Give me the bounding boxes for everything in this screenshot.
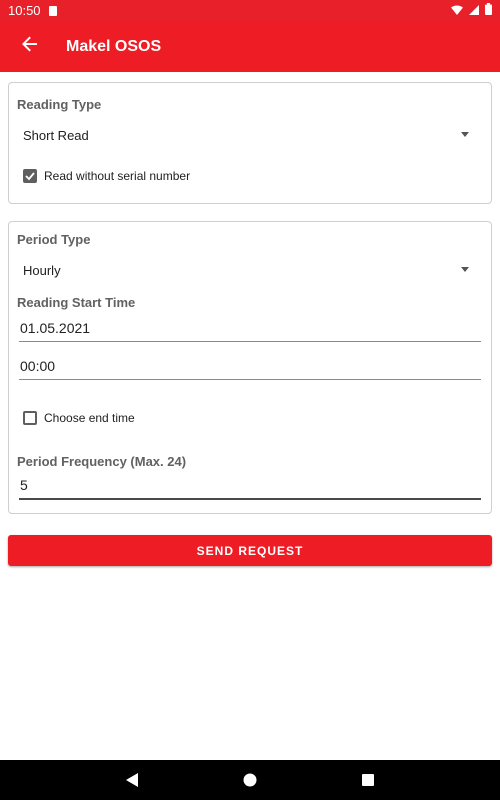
reading-type-value: Short Read (23, 127, 89, 143)
serial-number-checkbox[interactable] (23, 169, 37, 183)
nav-home-button[interactable] (235, 765, 265, 795)
battery-icon (485, 3, 492, 18)
navigation-bar (0, 760, 500, 800)
nav-recents-button[interactable] (353, 765, 383, 795)
status-time: 10:50 (8, 3, 41, 18)
app-bar: Makel OSOS (0, 21, 500, 72)
end-time-checkbox-row[interactable]: Choose end time (23, 411, 135, 425)
wifi-icon (451, 3, 463, 18)
start-time-label: Reading Start Time (17, 295, 136, 310)
start-time-field[interactable]: 00:00 (19, 352, 481, 380)
period-type-label: Period Type (17, 232, 91, 247)
serial-number-checkbox-label: Read without serial number (44, 169, 191, 183)
nav-back-icon (125, 773, 138, 787)
reading-type-card: Reading Type Short Read Read without ser… (8, 82, 492, 204)
nav-recents-icon (362, 774, 374, 786)
reading-type-label: Reading Type (17, 97, 102, 112)
signal-icon (469, 3, 479, 18)
frequency-value: 5 (20, 477, 28, 493)
sd-card-icon (48, 5, 57, 16)
end-time-checkbox-label: Choose end time (44, 411, 135, 425)
dropdown-arrow-icon (461, 132, 469, 137)
period-type-dropdown[interactable]: Hourly (17, 255, 483, 285)
period-type-value: Hourly (23, 262, 61, 278)
app-screen: 10:50 Makel OSOS Reading Type Short Read… (0, 0, 500, 800)
frequency-field[interactable]: 5 (19, 472, 481, 500)
send-request-button[interactable]: SEND REQUEST (8, 535, 492, 566)
status-bar: 10:50 (0, 0, 500, 21)
nav-home-icon (243, 773, 257, 787)
back-button[interactable] (0, 21, 60, 72)
check-icon (25, 172, 35, 181)
dropdown-arrow-icon (461, 267, 469, 272)
app-title: Makel OSOS (66, 37, 162, 55)
start-date-value: 01.05.2021 (20, 320, 91, 336)
end-time-checkbox[interactable] (23, 411, 37, 425)
start-time-value: 00:00 (20, 358, 56, 374)
reading-type-dropdown[interactable]: Short Read (17, 120, 483, 150)
serial-number-checkbox-row[interactable]: Read without serial number (23, 169, 190, 183)
start-date-field[interactable]: 01.05.2021 (19, 314, 481, 342)
frequency-label: Period Frequency (Max. 24) (17, 454, 187, 469)
arrow-back-icon (22, 36, 38, 57)
period-card: Period Type Hourly Reading Start Time 01… (8, 221, 492, 514)
nav-back-button[interactable] (117, 765, 147, 795)
